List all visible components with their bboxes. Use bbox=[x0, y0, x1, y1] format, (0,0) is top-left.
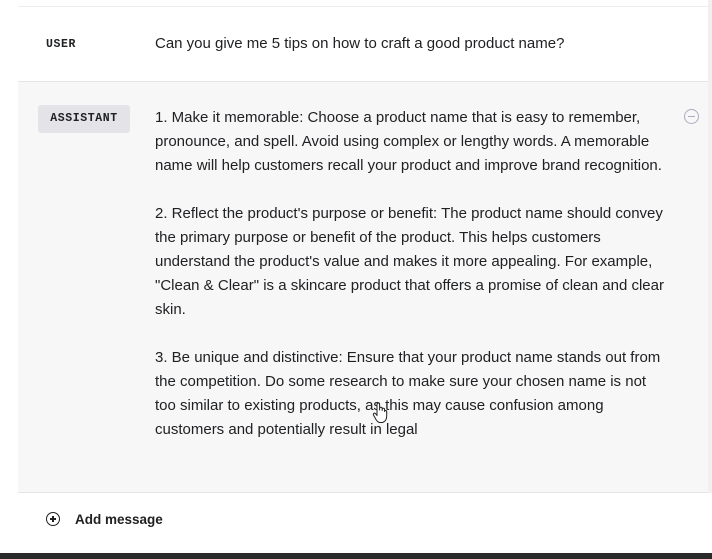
user-message-row[interactable]: USER Can you give me 5 tips on how to cr… bbox=[18, 7, 712, 82]
assistant-message-row[interactable]: ASSISTANT 1. Make it memorable: Choose a… bbox=[18, 82, 712, 493]
assistant-paragraph: 2. Reflect the product's purpose or bene… bbox=[155, 205, 664, 318]
plus-circle-icon bbox=[46, 512, 60, 526]
assistant-message-text[interactable]: 1. Make it memorable: Choose a product n… bbox=[155, 106, 665, 466]
assistant-paragraph: 3. Be unique and distinctive: Ensure tha… bbox=[155, 349, 661, 438]
add-message-label: Add message bbox=[75, 511, 163, 527]
composer-row: Add message bbox=[18, 493, 712, 553]
user-message-text[interactable]: Can you give me 5 tips on how to craft a… bbox=[155, 35, 564, 52]
scrollbar-track[interactable] bbox=[708, 0, 712, 493]
add-message-button[interactable]: Add message bbox=[46, 509, 163, 529]
left-margin bbox=[0, 0, 18, 553]
user-role-label[interactable]: USER bbox=[46, 38, 76, 51]
assistant-paragraph: 1. Make it memorable: Choose a product n… bbox=[155, 109, 662, 174]
chat-playground: USER Can you give me 5 tips on how to cr… bbox=[0, 0, 712, 553]
assistant-role-badge[interactable]: ASSISTANT bbox=[38, 105, 130, 133]
mouse-cursor-icon bbox=[372, 402, 388, 423]
minus-circle-icon[interactable] bbox=[684, 109, 699, 124]
